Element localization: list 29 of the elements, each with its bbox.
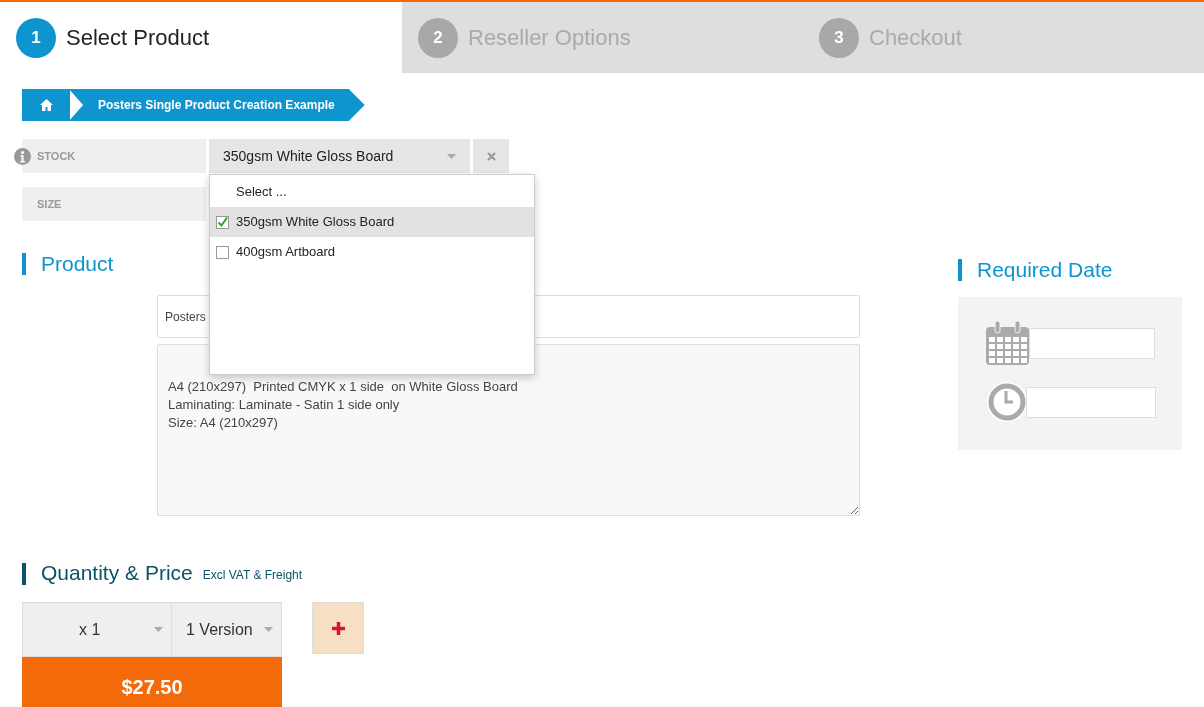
close-icon <box>486 151 496 161</box>
clear-button[interactable] <box>473 139 509 173</box>
checkbox[interactable] <box>216 215 229 229</box>
price-note: Excl VAT & Freight <box>202 567 303 584</box>
section-heading: Product <box>41 251 114 278</box>
stock-select[interactable]: 350gsm White Gloss Board <box>209 139 470 173</box>
home-icon <box>39 99 53 111</box>
plus-icon <box>331 621 345 635</box>
dropdown-option[interactable]: Select ... <box>210 177 534 207</box>
add-button[interactable] <box>312 602 364 654</box>
option-label: STOCK <box>22 139 206 173</box>
date-field[interactable] <box>1029 327 1155 359</box>
time-field[interactable] <box>1026 386 1156 418</box>
product-description-field[interactable]: A4 (210x297) Printed CMYK x 1 side on White Gloss Board Laminating: Laminate - Satin 1 side only Size: A4 (210x297) <box>157 344 860 516</box>
home-breadcrumb[interactable] <box>22 89 70 121</box>
dropdown-option[interactable]: 350gsm White Gloss Board <box>210 207 534 237</box>
section-heading: Required Date <box>977 257 1113 284</box>
caret-icon <box>447 153 456 159</box>
clock-icon[interactable] <box>986 381 1028 423</box>
dropdown-option[interactable]: 400gsm Artboard <box>210 237 534 267</box>
step-number: 2 <box>418 17 458 58</box>
step-label: Select Product <box>66 24 210 52</box>
step-number: 1 <box>16 17 56 58</box>
step-number: 3 <box>819 17 859 58</box>
calendar-icon[interactable] <box>986 321 1029 365</box>
option-label: SIZE <box>22 187 206 221</box>
section-heading: Quantity & Price <box>41 560 193 586</box>
product-name-field[interactable]: Posters <box>157 295 860 338</box>
checkbox[interactable] <box>216 245 229 259</box>
